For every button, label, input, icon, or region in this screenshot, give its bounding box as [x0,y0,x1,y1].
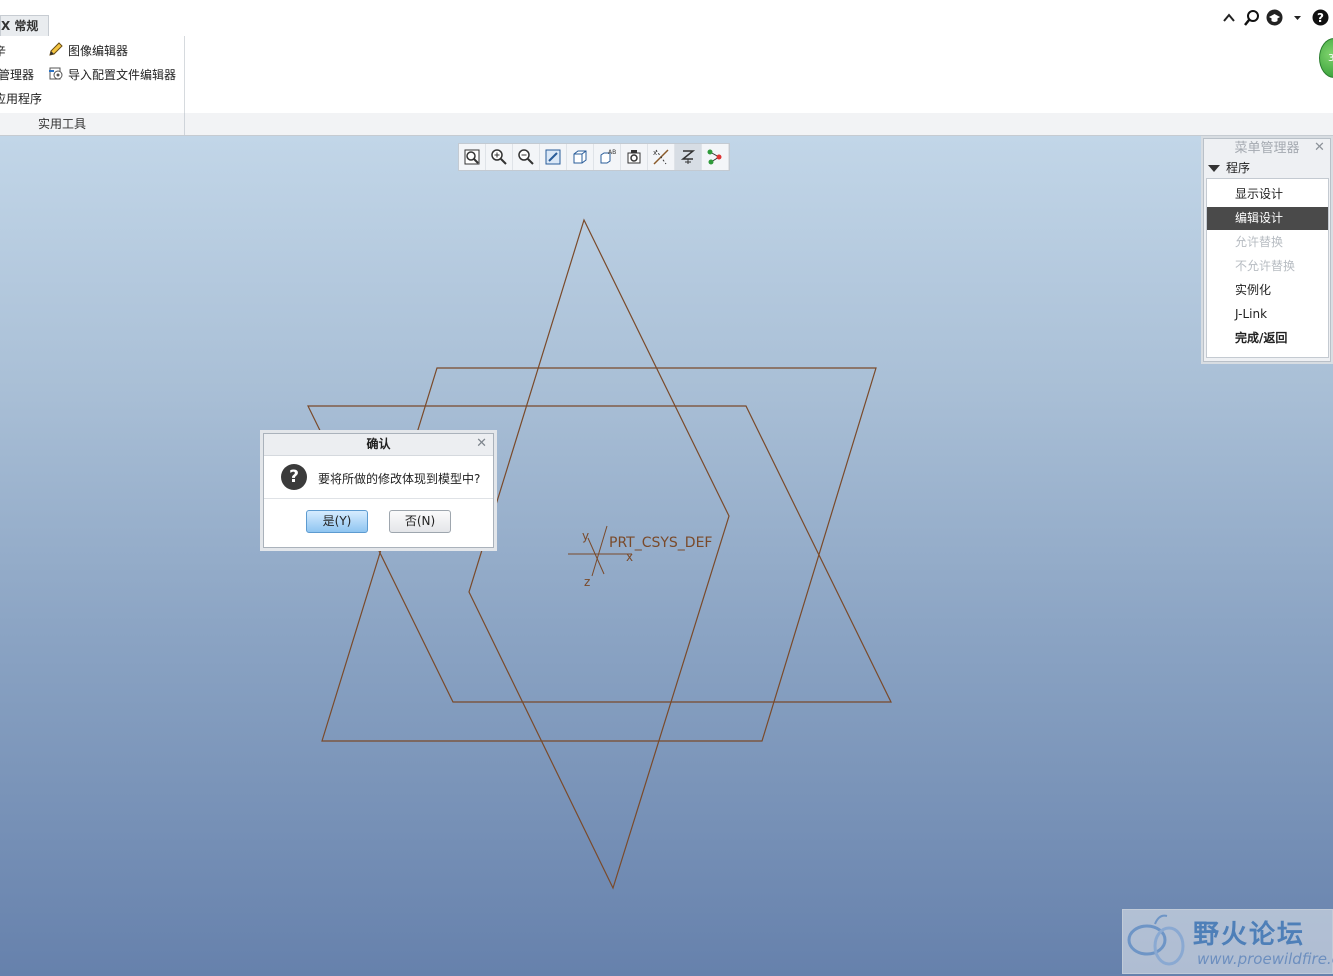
help-icon[interactable]: ? [1312,9,1329,26]
ribbon-group-label-bar [0,113,1333,136]
view-manager-button[interactable] [621,144,648,170]
coordinate-system [568,525,632,577]
yes-button[interactable]: 是(Y) [306,510,368,533]
view-toolbar: AB x [458,143,730,171]
zoom-out-icon [518,149,534,165]
confirm-dialog: 确认 ✕ ? 要将所做的修改体现到模型中? 是(Y) 否(N) [263,433,494,548]
svg-text:?: ? [1317,11,1324,25]
dropdown-arrow-icon[interactable] [1289,9,1306,26]
image-editor-button[interactable]: 图像编辑器 [48,40,128,60]
close-icon[interactable]: ✕ [1314,141,1326,155]
menu-item-done-return[interactable]: 完成/返回 [1207,327,1328,350]
dialog-message: 要将所做的修改体现到模型中? [318,472,481,486]
dialog-title: 确认 [264,434,493,456]
svg-text:AB: AB [608,149,616,156]
butterfly-logo-icon [1127,914,1185,966]
zoom-in-icon [491,149,507,165]
search-icon[interactable] [1243,9,1260,26]
applications-button[interactable]: 应用程序 [0,88,42,108]
pencil-icon [48,41,64,60]
zoom-out-button[interactable] [513,144,540,170]
manager-label: 管理器 [0,67,35,82]
datum-display-button[interactable]: x [648,144,675,170]
menu-manager-title: 菜单管理器 [1234,141,1300,156]
graduation-cap-icon[interactable] [1266,9,1283,26]
zoom-in-button[interactable] [486,144,513,170]
csys-y-label: y [582,529,589,543]
spin-center-icon [680,150,696,164]
menu-item-disallow-replace: 不允许替换 [1235,259,1296,273]
ribbon-tabbar: X 常规 ? [0,0,1333,37]
menu-manager: 菜单管理器 ✕ 程序 显示设计 编辑设计 允许替换 不允许替换 实例化 J-Li… [1203,138,1331,362]
no-button[interactable]: 否(N) [389,510,451,533]
csys-x-label: x [626,550,633,564]
display-style-icon [573,150,587,164]
repaint-button[interactable] [540,144,567,170]
dialog-close-icon[interactable]: ✕ [476,437,487,451]
import-config-icon [48,65,64,84]
question-icon: ? [281,464,307,490]
display-style-button[interactable] [567,144,594,170]
datum-display-icon: x [653,149,669,165]
spin-center-button[interactable] [675,144,702,170]
import-config-editor-label: 导入配置文件编辑器 [68,67,177,82]
import-config-editor-button[interactable]: 导入配置文件编辑器 [48,64,176,84]
view-manager-icon [627,150,641,164]
ribbon-group-separator [184,113,185,135]
menu-item-allow-replace: 允许替换 [1235,235,1284,249]
caret-up-icon[interactable] [1220,9,1237,26]
tab-general[interactable]: X 常规 [0,15,50,36]
annotation-display-icon [707,149,722,165]
menu-item-show-design[interactable]: 显示设计 [1207,183,1328,206]
applications-label: 应用程序 [0,91,43,106]
top-right-toolbar: ? [1220,9,1329,26]
ribbon-body [0,36,1333,114]
watermark-title: 野火论坛 [1193,920,1306,950]
ribbon-group-label: 实用工具 [37,117,86,131]
image-editor-label: 图像编辑器 [68,43,129,58]
csys-z-label: z [584,575,590,589]
annotation-display-button[interactable] [702,144,729,170]
menu-item-list: 显示设计 编辑设计 允许替换 不允许替换 实例化 J-Link 完成/返回 [1206,178,1329,358]
saved-views-button[interactable]: AB [594,144,621,170]
saved-views-icon: AB [600,149,616,164]
collapse-triangle-icon [1208,165,1220,172]
forum-watermark: 野火论坛 www.proewildfire.cn [1122,909,1333,974]
svg-text:x: x [653,149,657,157]
refit-icon [464,149,480,165]
watermark-url: www.proewildfire.cn [1197,950,1333,968]
graphics-window[interactable]: PRT_CSYS_DEF y x z AB x 野火论坛 www.proewil… [0,136,1333,976]
menu-item-edit-design[interactable]: 编辑设计 [1207,207,1328,230]
dialog-separator [264,498,493,499]
ribbon-item-label: 辛 [0,43,7,58]
menu-section-label: 程序 [1226,161,1251,175]
menu-section-program[interactable]: 程序 [1204,159,1330,177]
refit-button[interactable] [459,144,486,170]
csys-label: PRT_CSYS_DEF [609,535,712,551]
menu-item-jlink[interactable]: J-Link [1207,303,1328,326]
menu-item-instantiate[interactable]: 实例化 [1207,279,1328,302]
ribbon-item-truncated[interactable]: 辛 [0,40,6,60]
repaint-icon [545,149,561,165]
manager-button[interactable]: 管理器 [0,64,34,84]
model-geometry: PRT_CSYS_DEF y x z [307,218,892,890]
